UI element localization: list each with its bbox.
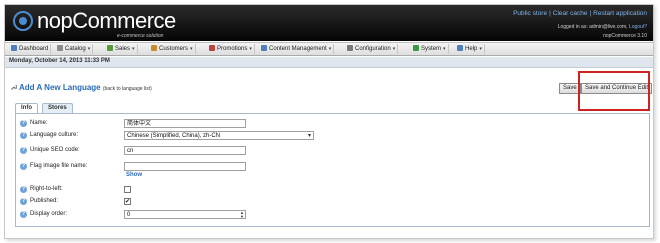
customers-icon bbox=[151, 45, 157, 51]
dashboard-icon bbox=[11, 45, 17, 51]
logo-icon bbox=[13, 11, 33, 31]
page-title-text: Add A New Language bbox=[19, 83, 101, 92]
culture-label: Language culture: bbox=[30, 132, 79, 138]
menu-item-content-management[interactable]: Content Management ▾ bbox=[259, 44, 335, 54]
menu-item-label: Promotions bbox=[217, 46, 248, 52]
tab-stores[interactable]: Stores bbox=[42, 103, 73, 113]
logo[interactable]: nopCommerce e-commerce solution bbox=[13, 9, 213, 39]
menu-item-promotions[interactable]: Promotions ▾ bbox=[207, 44, 255, 54]
current-date: Monday, October 14, 2013 11:33 PM bbox=[9, 58, 110, 64]
system-icon bbox=[413, 45, 419, 51]
chevron-down-icon: ▾ bbox=[392, 46, 396, 52]
chevron-down-icon: ▾ bbox=[249, 46, 252, 52]
help-icon[interactable]: ? bbox=[20, 186, 27, 193]
help-icon[interactable]: ? bbox=[20, 198, 27, 205]
help-icon[interactable]: ? bbox=[20, 147, 27, 154]
name-row: ? Name: 简体中文 bbox=[16, 119, 649, 129]
chevron-down-icon: ▾ bbox=[132, 46, 135, 52]
menu-item-label: Content Management bbox=[269, 46, 327, 52]
public-store-link[interactable]: Public store bbox=[513, 10, 547, 17]
menu-item-label: Sales bbox=[115, 46, 131, 52]
chevron-down-icon: ▾ bbox=[307, 133, 311, 139]
help-icon[interactable]: ? bbox=[20, 120, 27, 127]
published-checkbox[interactable]: ✔ bbox=[124, 198, 131, 205]
menu-item-sales[interactable]: Sales ▾ bbox=[105, 44, 138, 54]
chevron-down-icon: ▾ bbox=[190, 46, 193, 52]
restart-application-link[interactable]: Restart application bbox=[593, 10, 647, 17]
chevron-down-icon: ▾ bbox=[87, 46, 91, 52]
culture-row: ? Language culture: Chinese (Simplified,… bbox=[16, 131, 649, 141]
page-title: Add A New Language (back to language lis… bbox=[10, 83, 152, 92]
catalog-icon bbox=[57, 45, 63, 51]
menu-item-label: Customers bbox=[159, 46, 189, 52]
menu-item-label: System bbox=[421, 46, 442, 52]
published-label: Published: bbox=[30, 198, 59, 204]
date-bar: Monday, October 14, 2013 11:33 PM bbox=[5, 57, 653, 68]
display-order-input[interactable]: 0 ▲ ▼ bbox=[124, 210, 246, 219]
help-icon[interactable]: ? bbox=[20, 132, 27, 139]
menu-item-catalog[interactable]: Catalog ▾ bbox=[55, 44, 94, 54]
flag-input[interactable] bbox=[124, 162, 246, 171]
header-links: Public store | Clear cache | Restart applica… bbox=[513, 10, 647, 17]
help-icon bbox=[457, 45, 463, 51]
highlight-box bbox=[578, 71, 650, 111]
seo-code-input[interactable]: cn bbox=[124, 146, 246, 155]
logged-in-prefix: Logged in as: bbox=[557, 24, 588, 30]
menu-item-configuration[interactable]: Configuration ▾ bbox=[345, 44, 399, 54]
chevron-down-icon: ▾ bbox=[328, 46, 332, 52]
order-label: Display order: bbox=[30, 211, 68, 217]
published-row: ? Published: ✔ bbox=[16, 197, 649, 207]
sales-icon bbox=[107, 45, 113, 51]
menu-item-label: Help bbox=[465, 46, 478, 52]
logout-link[interactable]: Logout? bbox=[629, 24, 647, 30]
user-email: admin@live.com bbox=[589, 24, 627, 30]
menu-item-dashboard[interactable]: Dashboard bbox=[9, 44, 52, 54]
logo-tagline: e-commerce solution bbox=[117, 33, 164, 39]
menu-item-label: Configuration bbox=[355, 46, 391, 52]
promotions-icon bbox=[209, 45, 215, 51]
menu-item-customers[interactable]: Customers ▾ bbox=[149, 44, 196, 54]
configuration-icon bbox=[347, 45, 353, 51]
chevron-down-icon: ▾ bbox=[479, 46, 482, 52]
logged-in-info: Logged in as: admin@live.com, Logout? bbox=[557, 24, 647, 30]
help-icon[interactable]: ? bbox=[20, 211, 27, 218]
rtl-label: Right-to-left: bbox=[30, 186, 63, 192]
name-label: Name: bbox=[30, 120, 48, 126]
menu-item-help[interactable]: Help ▾ bbox=[455, 44, 485, 54]
content-icon bbox=[261, 45, 267, 51]
back-to-list-link[interactable]: (back to language list) bbox=[103, 86, 152, 92]
rtl-checkbox[interactable] bbox=[124, 186, 131, 193]
flag-row: ? Flag image file name: Show bbox=[16, 162, 649, 178]
chevron-down-icon: ▾ bbox=[443, 46, 446, 52]
flag-label: Flag image file name: bbox=[30, 163, 88, 169]
seo-label: Unique SEO code: bbox=[30, 147, 80, 153]
menu-item-label: Catalog bbox=[65, 46, 86, 52]
help-icon[interactable]: ? bbox=[20, 163, 27, 170]
form-panel: ? Name: 简体中文 ? Language culture: Chinese… bbox=[15, 113, 650, 227]
wrench-icon bbox=[11, 84, 17, 90]
logo-text: nopCommerce bbox=[37, 8, 176, 33]
menu-item-system[interactable]: System ▾ bbox=[411, 44, 449, 54]
rtl-row: ? Right-to-left: bbox=[16, 185, 649, 195]
culture-select[interactable]: Chinese (Simplified, China), zh-CN ▾ bbox=[124, 131, 314, 140]
main-menu: Dashboard Catalog ▾ Sales ▾ Customers ▾ Promoti… bbox=[5, 42, 653, 56]
display-order-value: 0 bbox=[127, 212, 131, 218]
show-link[interactable]: Show bbox=[126, 172, 142, 178]
clear-cache-link[interactable]: Clear cache bbox=[553, 10, 588, 17]
top-header: nopCommerce e-commerce solution Public s… bbox=[5, 5, 653, 41]
name-input[interactable]: 简体中文 bbox=[124, 119, 246, 128]
order-row: ? Display order: 0 ▲ ▼ bbox=[16, 210, 649, 220]
culture-selected: Chinese (Simplified, China), zh-CN bbox=[127, 133, 221, 139]
spinner-arrows-icon[interactable]: ▲ ▼ bbox=[240, 211, 244, 218]
seo-row: ? Unique SEO code: cn bbox=[16, 146, 649, 156]
app-window: nopCommerce e-commerce solution Public s… bbox=[4, 4, 654, 239]
version-text: nopCommerce 3.10 bbox=[603, 33, 647, 39]
menu-item-label: Dashboard bbox=[19, 46, 49, 52]
